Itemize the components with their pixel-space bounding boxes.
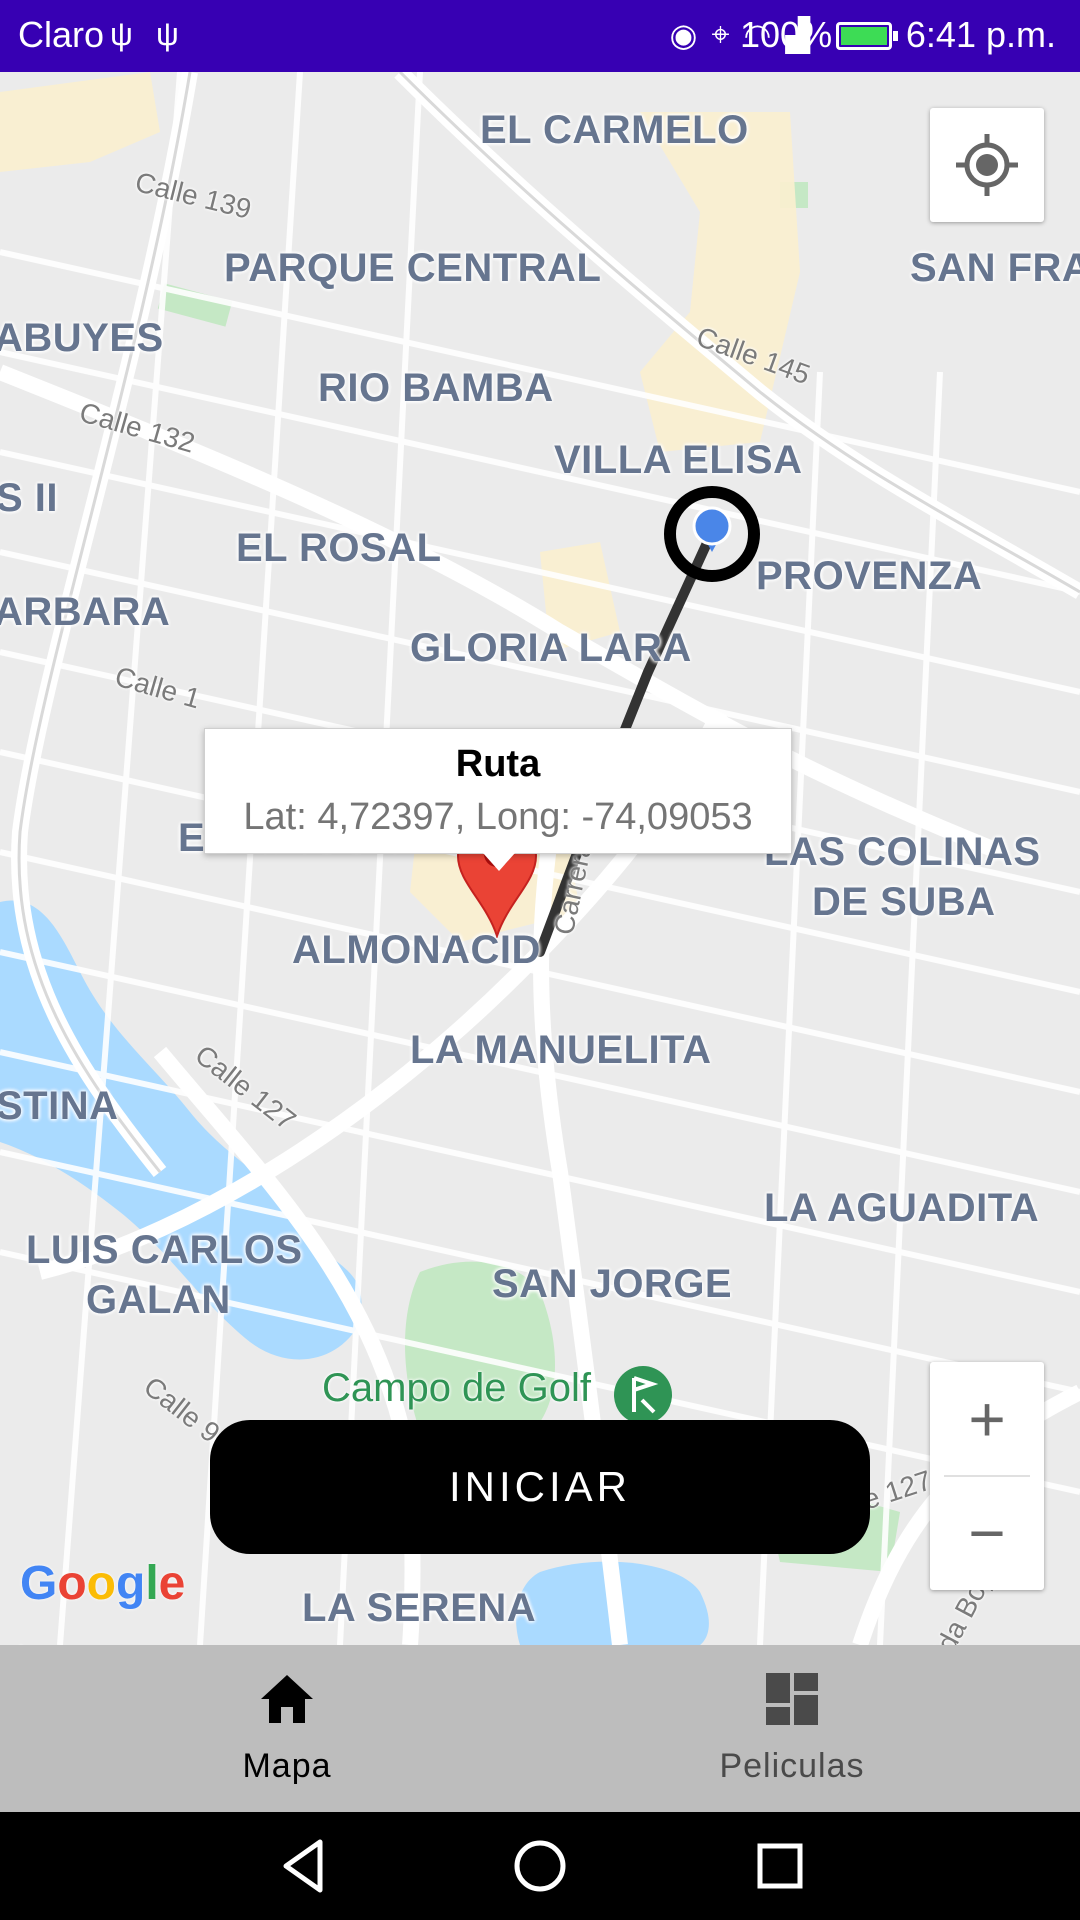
nav-item-label: Mapa — [242, 1747, 332, 1785]
info-window-snippet: Lat: 4,72397, Long: -74,09053 — [243, 796, 753, 838]
current-location-icon — [664, 486, 760, 582]
zoom-out-button[interactable]: − — [930, 1476, 1044, 1590]
map-label: LUIS CARLOS — [26, 1228, 303, 1272]
map-label: DE SUBA — [812, 880, 996, 924]
map-label: EL ROSAL — [236, 526, 442, 570]
nav-item-peliculas[interactable]: Peliculas — [642, 1645, 942, 1812]
map-label: ARBARA — [0, 590, 171, 634]
map-label: GALAN — [86, 1278, 231, 1322]
poi-label[interactable]: Campo de Golf — [322, 1366, 591, 1411]
carrier-name: Claro — [18, 14, 105, 55]
nav-item-label: Peliculas — [719, 1747, 865, 1785]
map-label: GLORIA LARA — [410, 626, 692, 670]
location-icon: ⌖ — [711, 16, 730, 52]
map-label: STINA — [0, 1084, 119, 1128]
map-label: LA SERENA — [302, 1586, 537, 1630]
zoom-controls: + − — [930, 1362, 1044, 1590]
map-label: PARQUE CENTRAL — [224, 246, 602, 290]
battery-icon — [836, 22, 898, 50]
back-icon[interactable] — [274, 1836, 334, 1896]
info-window-title: Ruta — [455, 743, 541, 785]
home-icon — [261, 1675, 313, 1723]
map-label: LA AGUADITA — [764, 1186, 1040, 1230]
recents-icon[interactable] — [750, 1836, 810, 1896]
map-label: SAN JORGE — [492, 1262, 733, 1306]
map-label: RIO BAMBA — [318, 366, 554, 410]
golf-icon[interactable] — [612, 1364, 674, 1426]
usb-icon: ψ — [156, 16, 179, 52]
map-label: PROVENZA — [756, 554, 983, 598]
start-button[interactable]: INICIAR — [210, 1420, 870, 1554]
home-circle-icon[interactable] — [510, 1836, 570, 1896]
dashboard-icon — [766, 1673, 818, 1725]
nfc-icon: ◉ — [669, 17, 698, 53]
nav-item-mapa[interactable]: Mapa — [137, 1645, 437, 1812]
map-label: LA MANUELITA — [410, 1028, 712, 1072]
map-label: VILLA ELISA — [554, 438, 803, 482]
clock: 6:41 p.m. — [905, 14, 1056, 55]
map-label: SAN FRA — [910, 246, 1080, 290]
my-location-button[interactable] — [930, 108, 1044, 222]
battery-percent: 100% — [740, 14, 833, 55]
bottom-navigation: Mapa Peliculas — [0, 1645, 1080, 1812]
status-bar: Claro ψ ψ ◉ ⌖ ◠ ▟ 100% 6:41 p.m. — [0, 0, 1080, 72]
zoom-in-button[interactable]: + — [930, 1362, 1044, 1476]
map-label: ABUYES — [0, 316, 164, 360]
google-logo: Google — [20, 1557, 186, 1610]
my-location-icon — [956, 134, 1018, 196]
usb-icon: ψ — [110, 16, 133, 52]
map-label: LAS COLINAS — [764, 830, 1041, 874]
marker-info-window[interactable]: Ruta Lat: 4,72397, Long: -74,09053 — [204, 728, 792, 871]
map-label: S II — [0, 476, 59, 520]
system-navigation-bar — [0, 1812, 1080, 1920]
map-view[interactable]: EL CARMELO SAN FRA PARQUE CENTRAL ABUYES… — [0, 72, 1080, 1645]
map-label: EL CARMELO — [480, 108, 749, 152]
